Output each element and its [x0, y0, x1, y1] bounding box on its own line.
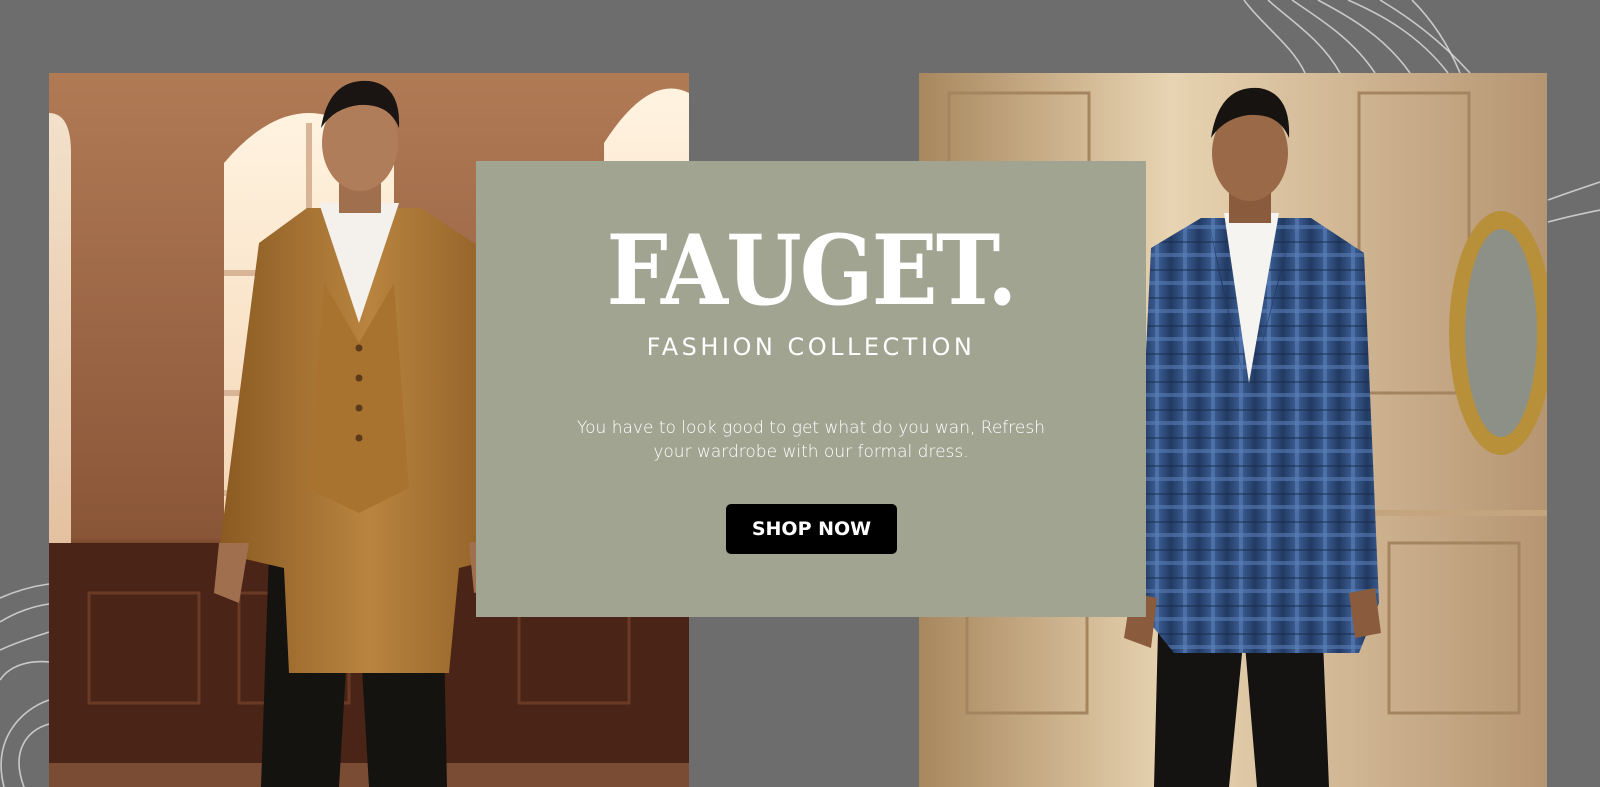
- shop-now-button[interactable]: SHOP NOW: [726, 504, 897, 554]
- hero-panel: FAUGET. FASHION COLLECTION You have to l…: [476, 161, 1146, 617]
- brand-title: FAUGET.: [606, 214, 1018, 327]
- tagline-text: You have to look good to get what do you…: [577, 418, 1045, 462]
- collection-subtitle: FASHION COLLECTION: [646, 333, 976, 361]
